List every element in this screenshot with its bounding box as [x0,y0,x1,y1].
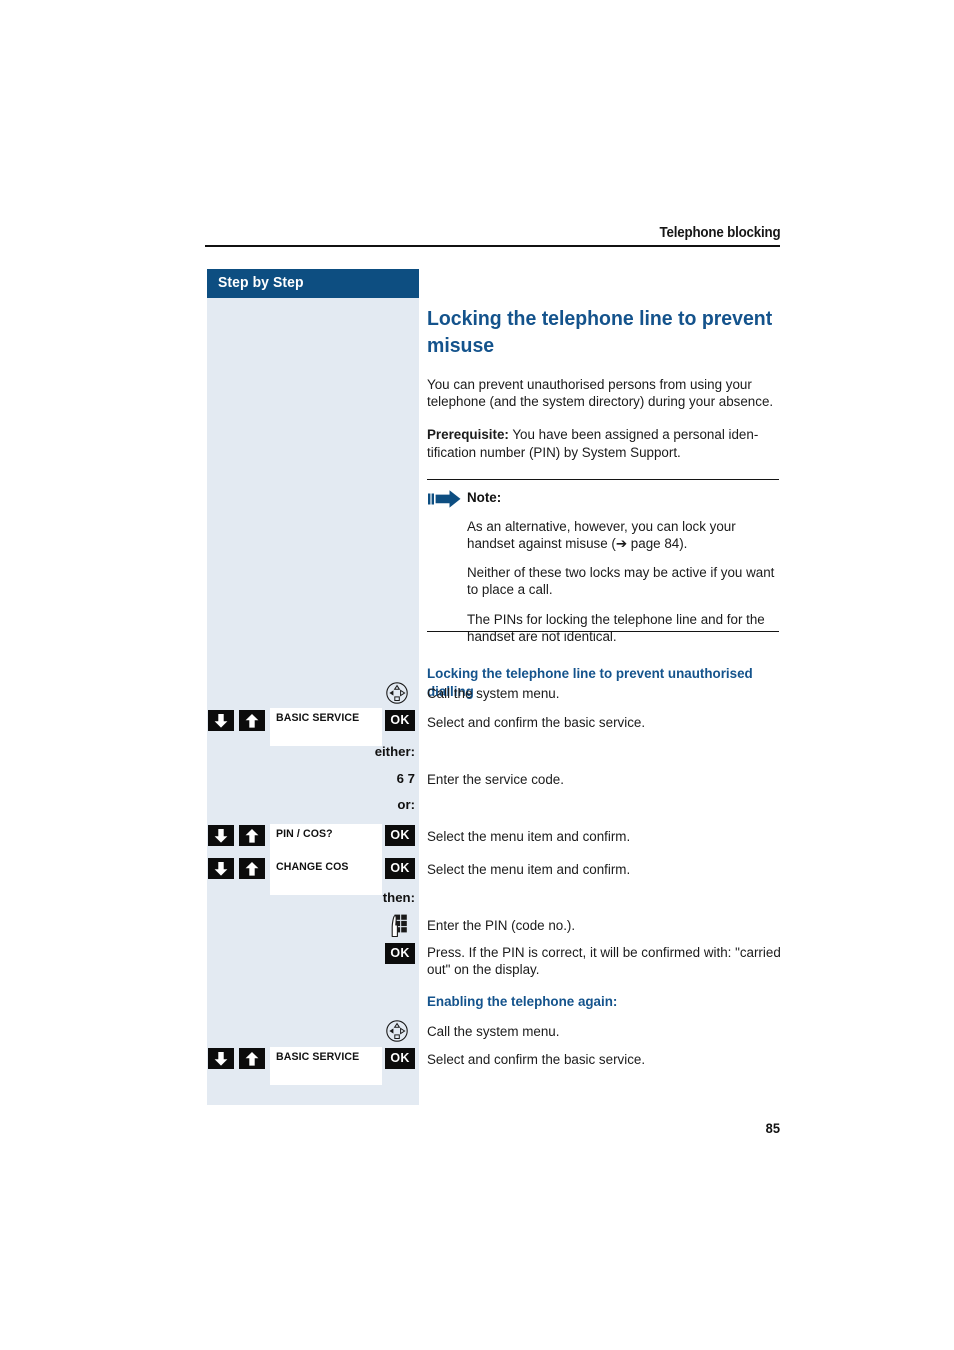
ok-button-change-cos[interactable]: OK [385,858,415,879]
page-number: 85 [765,1120,780,1136]
up-arrow-key[interactable] [239,710,265,731]
keypad-icon[interactable] [386,914,410,938]
step-text-press-ok-confirm: Press. If the PIN is correct, it will be… [427,945,781,978]
document-page: Telephone blocking Step by Step Locking … [0,0,954,1350]
phone-display-basic-service-2: BASIC SERVICE [270,1047,382,1085]
navigation-rocker-icon[interactable] [385,681,409,705]
label-either: either: [374,744,415,759]
step-text-select-change-cos: Select the menu item and confirm. [427,862,631,877]
up-arrow-key[interactable] [239,858,265,879]
up-arrow-key[interactable] [239,825,265,846]
phone-display-basic-service-1: BASIC SERVICE [270,708,382,746]
label-or: or: [397,797,415,812]
label-service-code: 6 7 [396,771,415,786]
step-text-select-pin-cos: Select the menu item and confirm. [427,829,631,844]
step-text-select-basic-service-1: Select and confirm the basic service. [427,715,646,730]
step-text-select-basic-service-2: Select and confirm the basic service. [427,1052,646,1067]
down-arrow-key[interactable] [208,1048,234,1069]
display-label: BASIC SERVICE [276,712,360,724]
up-arrow-key[interactable] [239,1048,265,1069]
down-arrow-key[interactable] [208,825,234,846]
display-label: PIN / COS? [276,828,333,840]
ok-button-pin-cos[interactable]: OK [385,825,415,846]
down-arrow-key[interactable] [208,710,234,731]
label-then: then: [382,890,415,905]
ok-button-basic-service-2[interactable]: OK [385,1048,415,1069]
step-rows: Call the system menu. BASIC SERVICE OK S… [0,0,954,1350]
sub-heading-enabling: Enabling the telephone again: [427,994,618,1009]
display-label: CHANGE COS [276,861,349,873]
step-text-call-system-menu-1: Call the system menu. [427,686,560,701]
ok-button-basic-service-1[interactable]: OK [385,710,415,731]
display-label: BASIC SERVICE [276,1051,360,1063]
ok-button-confirm-pin[interactable]: OK [385,943,415,964]
step-text-enter-pin: Enter the PIN (code no.). [427,918,576,933]
step-text-service-code: Enter the service code. [427,772,564,787]
down-arrow-key[interactable] [208,858,234,879]
step-text-call-system-menu-2: Call the system menu. [427,1024,560,1039]
navigation-rocker-icon[interactable] [385,1019,409,1043]
